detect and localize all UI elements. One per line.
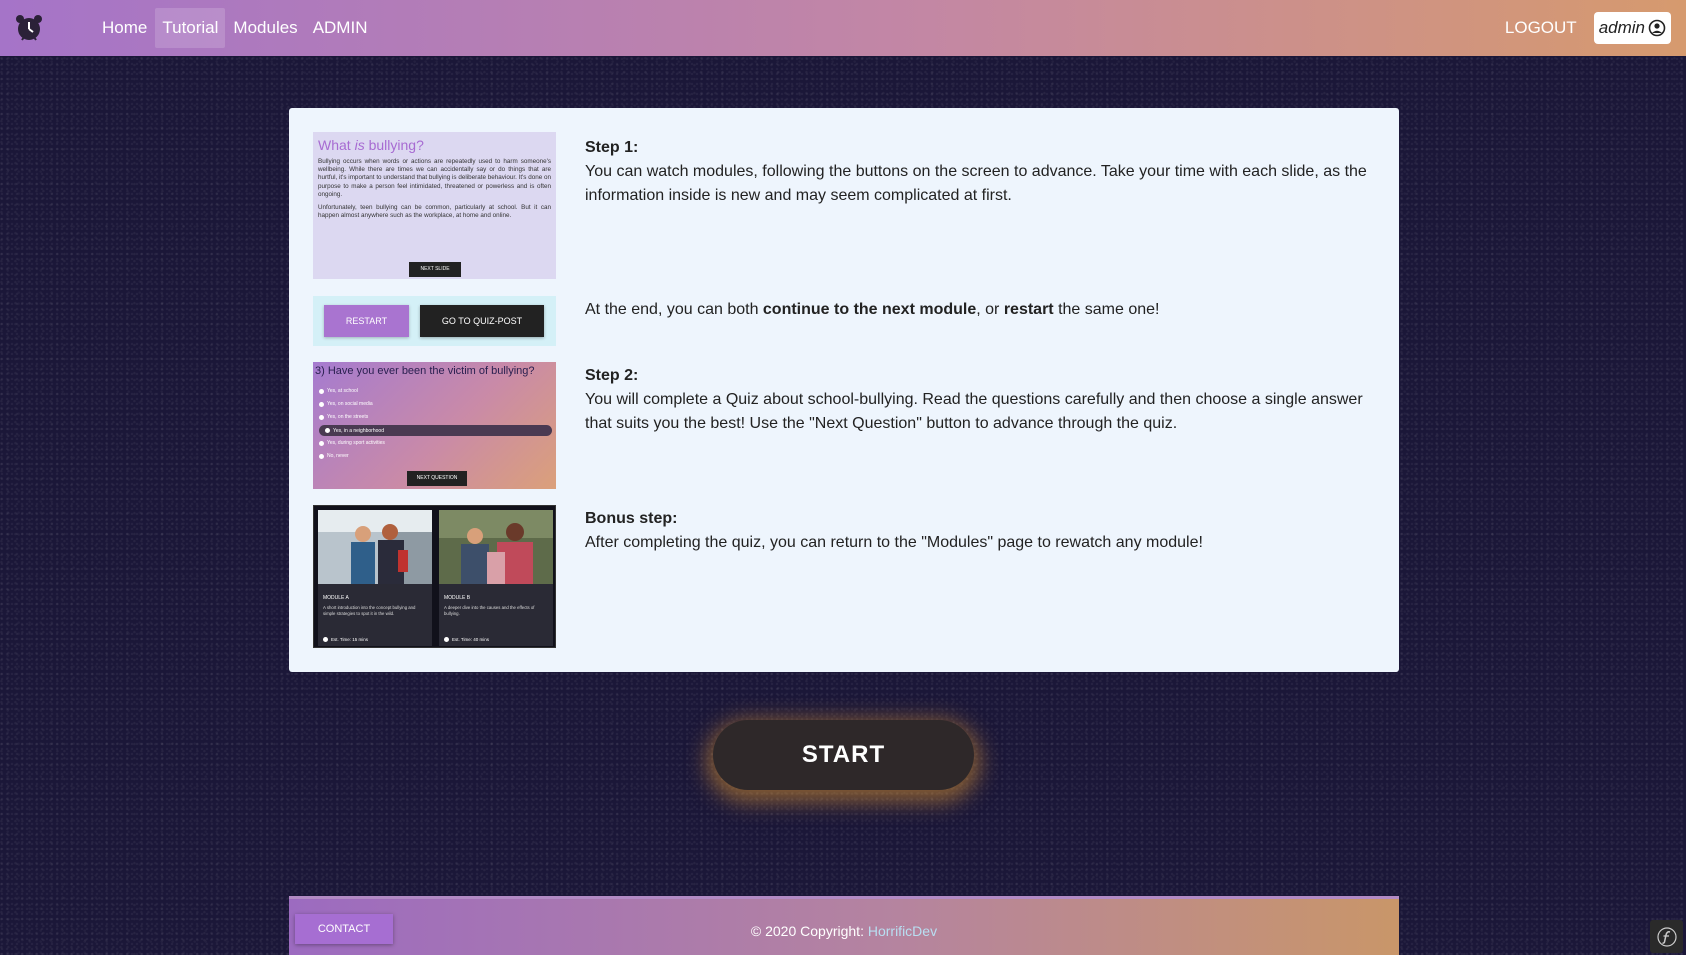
- quiz-post-preview-button: GO TO QUIZ-POST: [420, 305, 544, 337]
- module-a-photo: [318, 510, 432, 584]
- quiz-preview-option: No, never: [319, 453, 349, 459]
- modules-preview-thumbnail: MODULE A A short introduction into the c…: [313, 505, 556, 648]
- quiz-preview-thumbnail: 3) Have you ever been the victim of bull…: [313, 362, 556, 489]
- end-buttons-thumbnail: RESTART GO TO QUIZ-POST: [313, 296, 556, 346]
- clock-icon: [323, 637, 328, 642]
- nav-tutorial[interactable]: Tutorial: [155, 8, 226, 48]
- user-button[interactable]: admin: [1593, 12, 1671, 44]
- symfony-icon[interactable]: [1650, 920, 1683, 953]
- step-2-text: You will complete a Quiz about school-bu…: [585, 391, 1363, 432]
- step-1-text: You can watch modules, following the but…: [585, 163, 1367, 204]
- tutorial-card: What is bullying? Bullying occurs when w…: [289, 108, 1399, 672]
- restart-preview-button: RESTART: [324, 305, 409, 337]
- module-b-title: MODULE B: [444, 595, 471, 601]
- quiz-preview-option: Yes, on the streets: [319, 414, 368, 420]
- step-1-block: Step 1: You can watch modules, following…: [585, 136, 1375, 208]
- module-a-title: MODULE A: [323, 595, 349, 601]
- nav-modules[interactable]: Modules: [226, 8, 304, 48]
- quiz-preview-option: Yes, at school: [319, 388, 358, 394]
- module-a-description: A short introduction into the concept bu…: [323, 605, 416, 616]
- quiz-preview-question: 3) Have you ever been the victim of bull…: [315, 365, 535, 377]
- end-step-block: At the end, you can both continue to the…: [585, 301, 1160, 318]
- footer: CONTACT © 2020 Copyright: HorrificDev: [289, 896, 1399, 955]
- alarm-clock-icon[interactable]: [14, 13, 44, 43]
- slide-preview-thumbnail: What is bullying? Bullying occurs when w…: [313, 132, 556, 279]
- quiz-preview-option-selected: Yes, in a neighborhood: [319, 425, 552, 436]
- quiz-preview-option: Yes, on social media: [319, 401, 373, 407]
- module-a-preview-card: MODULE A A short introduction into the c…: [318, 510, 432, 646]
- nav-right: LOGOUT admin: [1505, 12, 1686, 44]
- user-label: admin: [1598, 18, 1645, 37]
- module-a-time: Est. Time: 15 mins: [323, 637, 368, 642]
- step-1-heading: Step 1:: [585, 139, 639, 156]
- bonus-step-text: After completing the quiz, you can retur…: [585, 534, 1203, 551]
- nav-home[interactable]: Home: [95, 8, 154, 48]
- top-navbar: Home Tutorial Modules ADMIN LOGOUT admin: [0, 0, 1686, 56]
- step-2-heading: Step 2:: [585, 367, 639, 384]
- restart-emphasis: restart: [1003, 301, 1054, 318]
- slide-preview-paragraph: Unfortunately, teen bullying can be comm…: [318, 204, 551, 220]
- copyright: © 2020 Copyright: HorrificDev: [750, 923, 938, 939]
- quiz-preview-next-button: NEXT QUESTION: [407, 471, 467, 486]
- brand-link[interactable]: HorrificDev: [868, 923, 937, 939]
- nav-admin[interactable]: ADMIN: [306, 8, 375, 48]
- module-b-description: A deeper dive into the causes and the ef…: [444, 605, 535, 616]
- user-circle-icon: [1648, 19, 1666, 37]
- clock-icon: [444, 637, 449, 642]
- continue-emphasis: continue to the next module: [762, 301, 977, 318]
- bonus-step-block: Bonus step: After completing the quiz, y…: [585, 507, 1375, 555]
- step-2-block: Step 2: You will complete a Quiz about s…: [585, 364, 1375, 436]
- start-button[interactable]: START: [713, 720, 974, 790]
- module-b-photo: [439, 510, 553, 584]
- module-b-preview-card: MODULE B A deeper dive into the causes a…: [439, 510, 553, 646]
- slide-preview-title: What is bullying?: [318, 137, 424, 153]
- slide-preview-next-button: NEXT SLIDE: [409, 262, 461, 277]
- quiz-preview-option: Yes, during sport activities: [319, 440, 385, 446]
- slide-preview-paragraph: Bullying occurs when words or actions ar…: [318, 158, 551, 198]
- logout-link[interactable]: LOGOUT: [1505, 18, 1577, 38]
- bonus-step-heading: Bonus step:: [585, 510, 678, 527]
- module-b-time: Est. Time: 40 mins: [444, 637, 489, 642]
- symfony-glyph: [1656, 926, 1677, 947]
